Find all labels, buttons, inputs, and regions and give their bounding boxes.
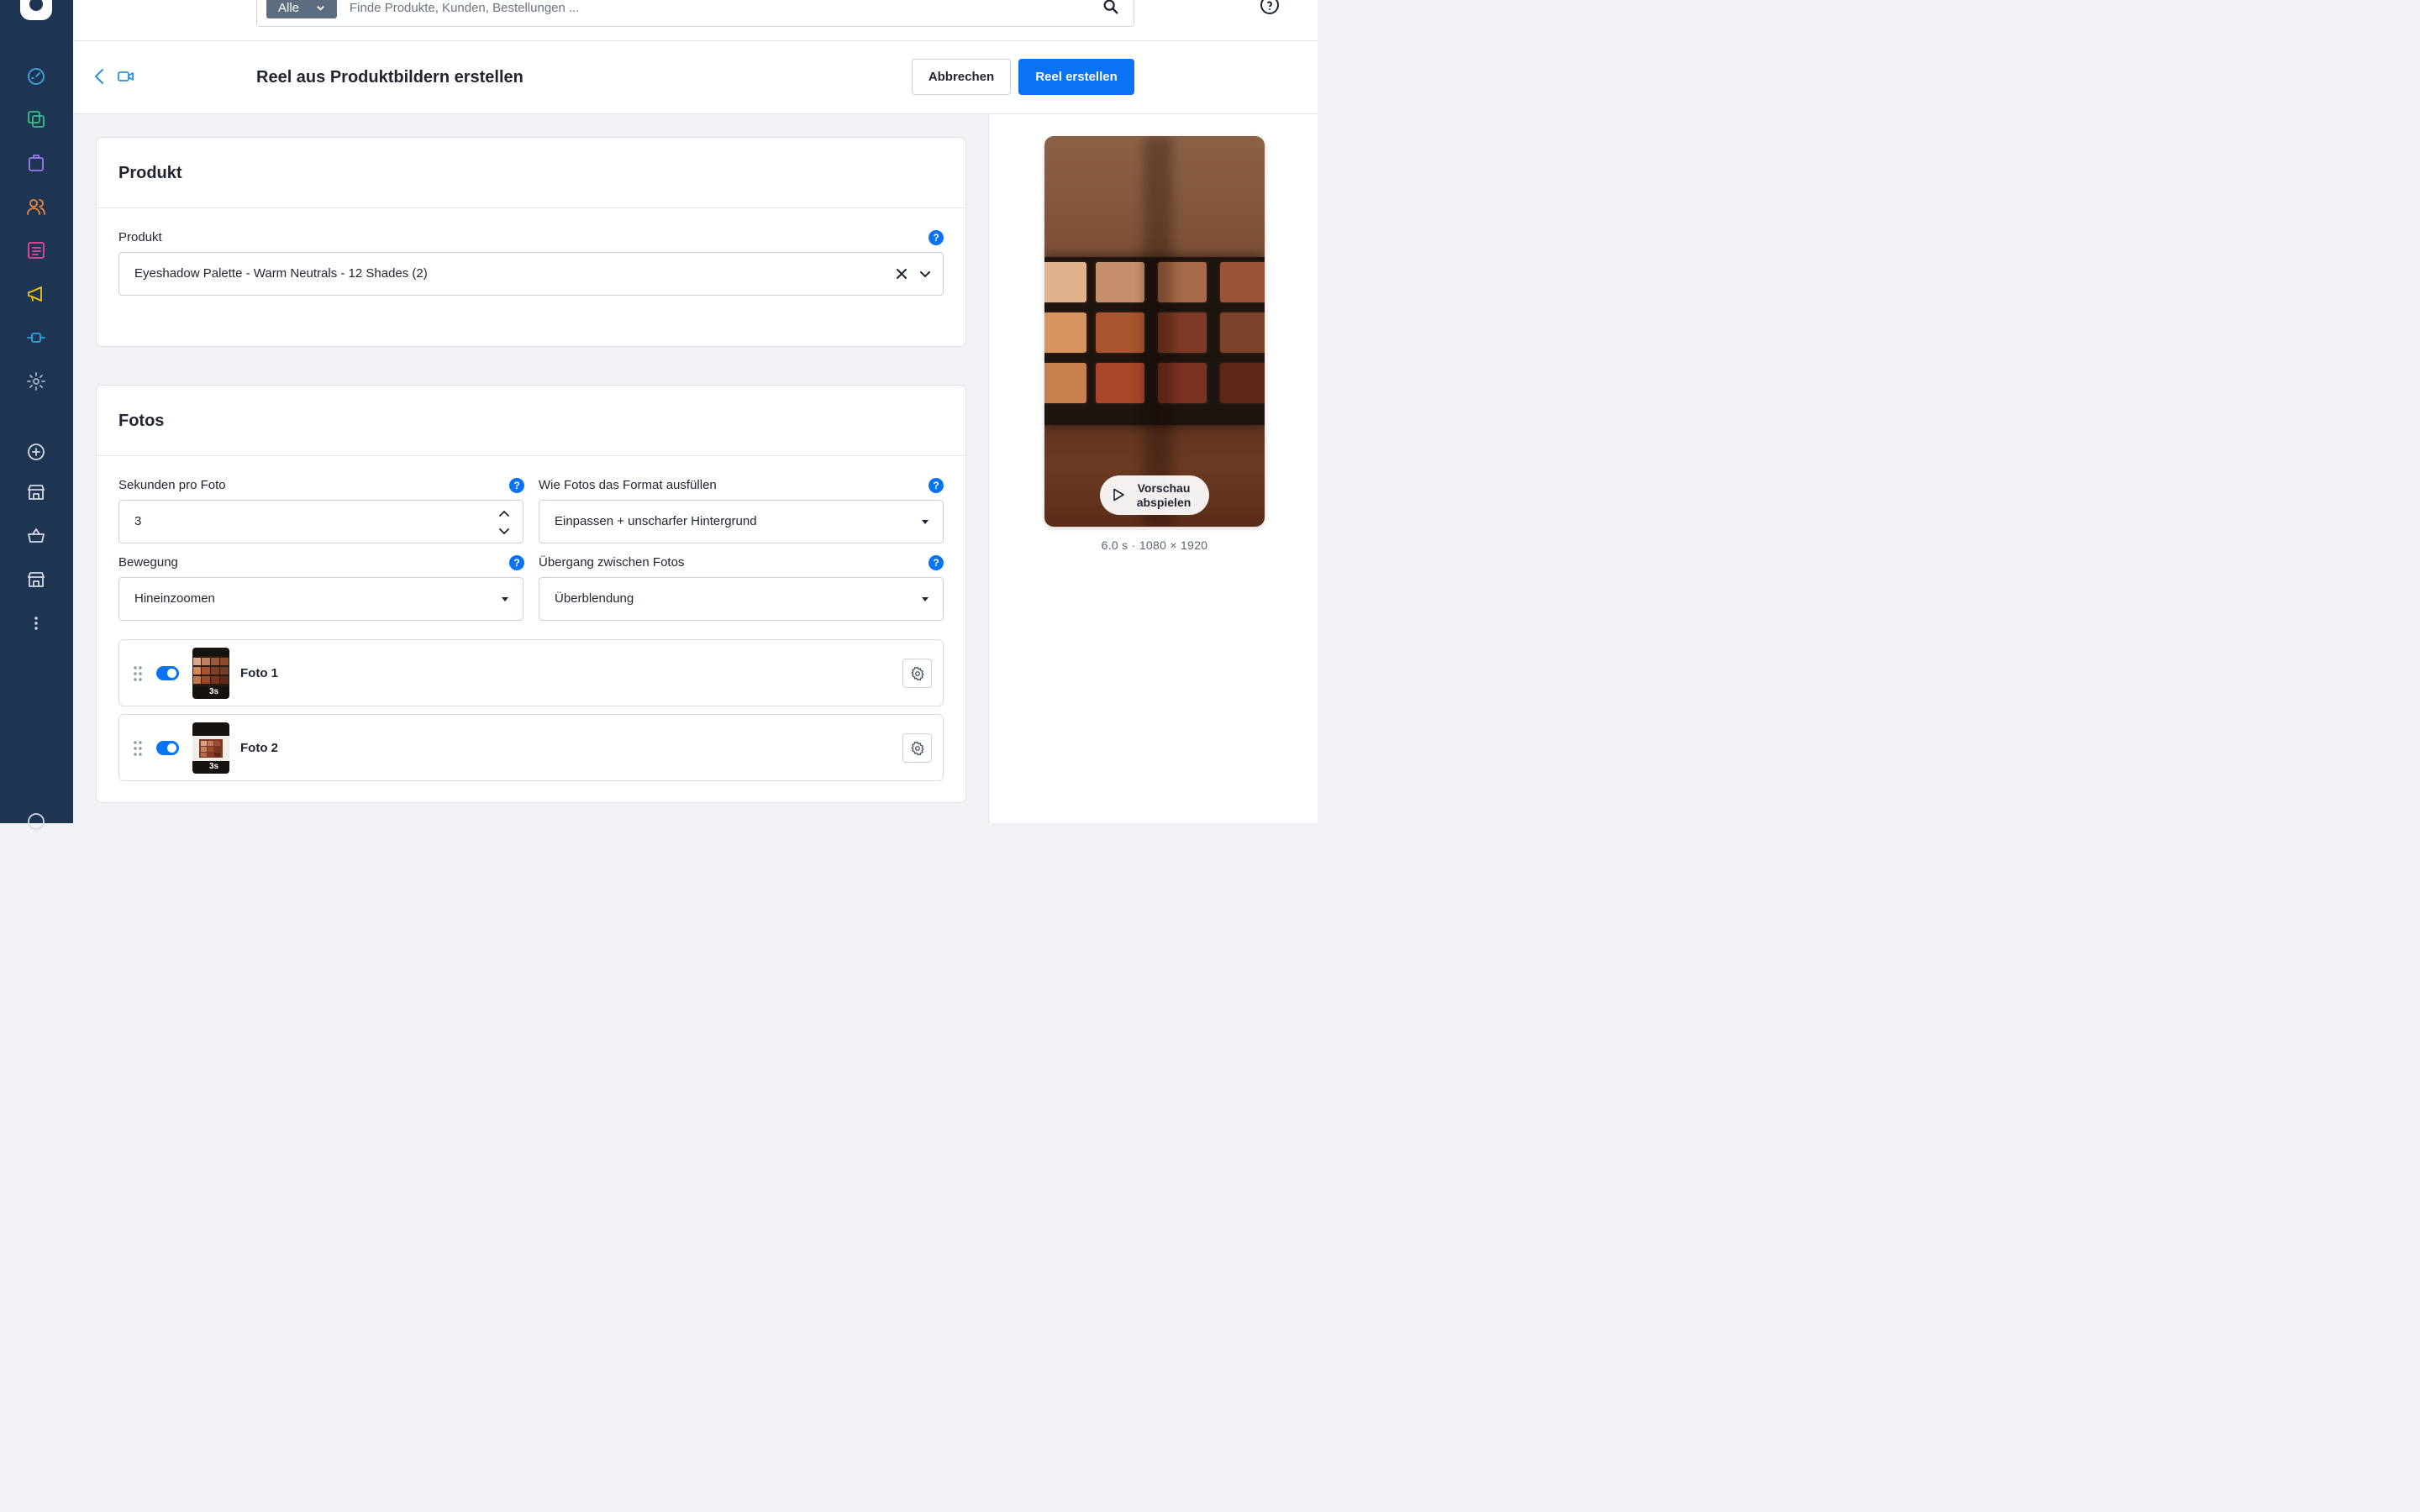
gear-icon <box>911 741 924 756</box>
fill-mode-select[interactable]: Einpassen + unscharfer Hintergrund <box>539 500 944 543</box>
search-icon[interactable] <box>1102 0 1120 16</box>
drag-handle-icon[interactable] <box>133 665 143 682</box>
transition-value: Überblendung <box>555 591 634 606</box>
video-camera-icon <box>118 71 134 81</box>
motion-help-icon[interactable]: ? <box>509 555 524 570</box>
seconds-field-label: Sekunden pro Foto <box>118 478 226 492</box>
product-select-value: Eyeshadow Palette - Warm Neutrals - 12 S… <box>134 266 428 281</box>
reel-preview[interactable]: Vorschau abspielen <box>1044 136 1265 527</box>
photos-card: Fotos Sekunden pro Foto ? 3 Wie Fotos da… <box>96 385 966 803</box>
product-help-icon[interactable]: ? <box>929 230 944 245</box>
image-shadow <box>1144 136 1172 527</box>
product-card: Produkt Produkt ? Eyeshadow Palette - Wa… <box>96 137 966 347</box>
extensions-plug-icon[interactable] <box>24 326 48 349</box>
transition-select[interactable]: Überblendung <box>539 577 944 621</box>
content-list-icon[interactable] <box>24 239 48 262</box>
photo-settings-button[interactable] <box>902 733 932 763</box>
photo-row[interactable]: 3s Foto 1 <box>118 639 944 706</box>
preview-meta: 6.0 s · 1080 × 1920 <box>1101 538 1208 552</box>
photo-thumbnail: 3s <box>192 648 229 699</box>
chevron-up-icon[interactable] <box>499 509 509 517</box>
palette-thumbnail-image <box>192 736 229 761</box>
settings-gear-icon[interactable] <box>24 370 48 393</box>
catalog-icon[interactable] <box>24 108 48 131</box>
page-title: Reel aus Produktbildern erstellen <box>256 68 523 87</box>
search-filter-dropdown[interactable]: Alle <box>266 0 337 18</box>
chevron-down-icon[interactable] <box>499 528 509 536</box>
orders-bag-icon[interactable] <box>24 151 48 175</box>
card-divider <box>97 207 965 208</box>
create-reel-button[interactable]: Reel erstellen <box>1018 59 1134 95</box>
photo-duration: 3s <box>209 687 219 696</box>
photo-enabled-toggle[interactable] <box>156 666 179 680</box>
search-input[interactable] <box>350 0 1089 18</box>
photo-row[interactable]: 3s Foto 2 <box>118 714 944 781</box>
back-arrow-icon[interactable] <box>92 67 108 86</box>
logo-icon[interactable] <box>20 0 52 20</box>
photo-name: Foto 2 <box>240 741 278 755</box>
play-preview-label: Vorschau abspielen <box>1136 481 1192 509</box>
page-header: Reel aus Produktbildern erstellen Abbrec… <box>73 41 1318 114</box>
motion-field-label: Bewegung <box>118 555 178 570</box>
transition-help-icon[interactable]: ? <box>929 555 944 570</box>
storefront-2-icon[interactable] <box>24 568 48 591</box>
global-search: Alle <box>256 0 1134 27</box>
customers-icon[interactable] <box>24 195 48 218</box>
gear-icon <box>911 666 924 681</box>
cancel-button[interactable]: Abbrechen <box>912 59 1011 95</box>
chevron-down-icon <box>317 6 324 11</box>
basket-icon[interactable] <box>24 524 48 548</box>
sidebar <box>0 0 73 830</box>
fill-field-label: Wie Fotos das Format ausfüllen <box>539 478 717 492</box>
seconds-help-icon[interactable]: ? <box>509 478 524 493</box>
help-circle-icon[interactable] <box>1260 0 1280 15</box>
palette-thumbnail-image <box>192 656 229 686</box>
product-card-title: Produkt <box>118 164 182 182</box>
play-preview-button[interactable]: Vorschau abspielen <box>1100 475 1209 515</box>
fill-help-icon[interactable]: ? <box>929 478 944 493</box>
photo-thumbnail: 3s <box>192 722 229 774</box>
dashboard-icon[interactable] <box>24 64 48 87</box>
seconds-value: 3 <box>134 514 142 528</box>
play-icon <box>1113 488 1124 501</box>
motion-select[interactable]: Hineinzoomen <box>118 577 523 621</box>
photo-settings-button[interactable] <box>902 659 932 688</box>
transition-field-label: Übergang zwischen Fotos <box>539 555 685 570</box>
top-bar: Alle <box>73 0 1318 41</box>
chevron-down-icon[interactable] <box>919 268 931 280</box>
fill-mode-value: Einpassen + unscharfer Hintergrund <box>555 514 757 528</box>
more-vertical-icon[interactable] <box>24 612 48 635</box>
chevron-down-icon <box>922 520 929 524</box>
preview-panel: Vorschau abspielen 6.0 s · 1080 × 1920 <box>988 114 1318 823</box>
photos-card-title: Fotos <box>118 412 165 430</box>
photo-duration: 3s <box>209 762 219 771</box>
photo-enabled-toggle[interactable] <box>156 741 179 755</box>
card-divider <box>97 455 965 456</box>
drag-handle-icon[interactable] <box>133 740 143 757</box>
seconds-number-input[interactable]: 3 <box>118 500 523 543</box>
add-circle-icon[interactable] <box>24 440 48 464</box>
storefront-icon[interactable] <box>24 480 48 504</box>
product-select[interactable]: Eyeshadow Palette - Warm Neutrals - 12 S… <box>118 252 944 296</box>
chevron-down-icon <box>502 597 508 601</box>
motion-value: Hineinzoomen <box>134 591 215 606</box>
marketing-megaphone-icon[interactable] <box>24 282 48 306</box>
search-filter-label: Alle <box>278 1 300 15</box>
chevron-down-icon <box>922 597 929 601</box>
photo-name: Foto 1 <box>240 666 278 680</box>
clear-x-icon[interactable] <box>896 268 908 280</box>
account-circle-icon[interactable] <box>24 810 48 833</box>
product-field-label: Produkt <box>118 230 162 244</box>
